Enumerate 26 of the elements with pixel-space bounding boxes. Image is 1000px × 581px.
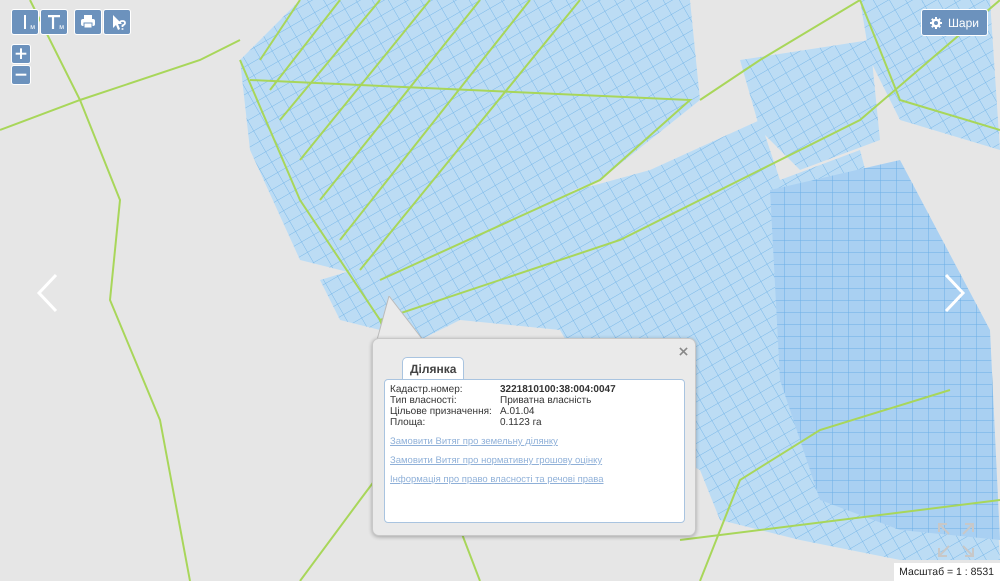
cursor-question-icon — [112, 14, 122, 30]
field-value: А.01.04 — [500, 406, 536, 417]
field-label: Площа: — [390, 417, 426, 428]
field-label: Цільове призначення: — [390, 406, 493, 417]
close-icon[interactable] — [679, 347, 688, 356]
field-label: Кадастр.номер: — [390, 384, 464, 395]
scale-label: Масштаб = 1 : 8531 — [894, 563, 1000, 581]
layers-button[interactable]: Шари — [920, 9, 988, 36]
identify-button[interactable] — [103, 9, 131, 35]
popup-link[interactable]: Інформація про право власності та речові права — [390, 474, 604, 485]
question-icon — [119, 20, 126, 30]
field-label: Тип власності: — [390, 395, 458, 406]
popup-link[interactable]: Замовити Витяг про нормативну грошову оцінку — [390, 455, 602, 466]
popup-link[interactable]: Замовити Витяг про земельну ділянку — [390, 436, 558, 447]
field-value: 3221810100:38:004:0047 — [500, 384, 617, 395]
gear-icon — [930, 16, 942, 28]
print-button[interactable] — [74, 9, 102, 35]
printer-icon — [81, 15, 95, 29]
ruler-line-icon — [24, 15, 26, 29]
popup-tab[interactable]: Ділянка — [402, 357, 464, 379]
ruler-tee-icon — [48, 15, 60, 29]
zoom-out-button[interactable]: − — [11, 65, 31, 85]
field-value: 0.1123 га — [500, 417, 543, 428]
fullscreen-icon[interactable] — [937, 522, 975, 558]
field-value: Приватна власність — [500, 395, 592, 406]
zoom-in-button[interactable]: + — [11, 44, 31, 64]
